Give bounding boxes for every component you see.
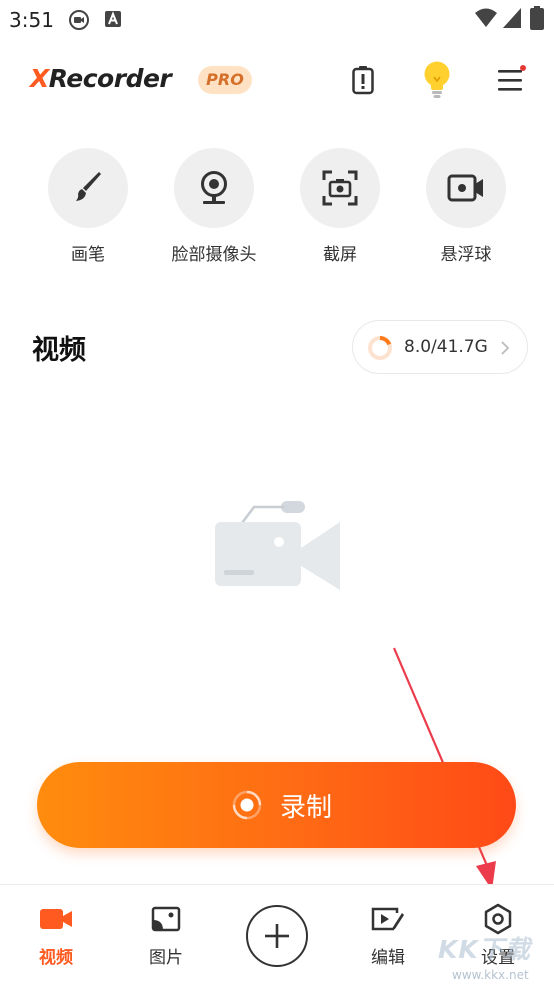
tool-face-cam[interactable]: 脸部摄像头 (149, 148, 279, 265)
screen-record-status-icon (69, 10, 89, 30)
tool-row: 画笔 脸部摄像头 截屏 悬浮球 (0, 148, 554, 268)
watermark-url: www.kkx.net (452, 968, 529, 982)
app-header: XRecorder PRO (0, 52, 554, 108)
webcam-icon (201, 171, 227, 204)
battery-icon (530, 6, 544, 30)
battery-alert-icon (352, 66, 374, 95)
nav-tab-images[interactable]: 图片 (126, 903, 206, 968)
hamburger-menu-icon (498, 65, 526, 91)
nav-tab-edit[interactable]: 编辑 (348, 903, 428, 968)
menu-button[interactable] (491, 60, 531, 100)
app-logo: XRecorder (30, 64, 172, 93)
tool-face-cam-circle[interactable] (174, 148, 254, 228)
brush-icon (76, 172, 101, 201)
add-button[interactable] (246, 905, 308, 967)
tips-button[interactable] (417, 60, 457, 100)
tool-brush-circle[interactable] (48, 148, 128, 228)
record-button[interactable]: 录制 (37, 762, 516, 848)
wifi-icon (475, 8, 497, 27)
storage-ring-icon (368, 336, 392, 360)
tool-floating-ball-circle[interactable] (426, 148, 506, 228)
tool-label: 画笔 (71, 245, 105, 265)
status-time: 3:51 (9, 8, 54, 32)
empty-video-camera-icon (215, 501, 340, 590)
screenshot-icon (322, 170, 358, 206)
tool-screenshot-circle[interactable] (300, 148, 380, 228)
plus-icon (265, 924, 289, 948)
nav-label: 编辑 (371, 948, 405, 968)
edit-video-icon (371, 907, 404, 931)
signal-icon (503, 8, 521, 28)
floating-ball-icon (447, 174, 483, 202)
tool-label: 脸部摄像头 (171, 245, 257, 265)
battery-tip-button[interactable] (343, 60, 383, 100)
tool-label: 悬浮球 (440, 245, 492, 265)
watermark: KK下载 (438, 935, 531, 964)
videos-section-title: 视频 (32, 335, 86, 366)
record-icon (232, 790, 262, 820)
nav-tab-videos[interactable]: 视频 (16, 903, 96, 968)
tool-label: 截屏 (323, 245, 357, 265)
notification-dot (520, 65, 526, 71)
lightbulb-icon (424, 61, 450, 98)
storage-text: 8.0/41.7G (404, 337, 488, 357)
tool-floating-ball[interactable]: 悬浮球 (401, 148, 531, 265)
nav-label: 视频 (39, 948, 73, 968)
nav-label: 图片 (149, 948, 183, 968)
pro-badge[interactable]: PRO (198, 66, 252, 94)
app-notification-icon (105, 11, 121, 27)
chevron-right-icon (501, 341, 510, 355)
storage-indicator[interactable]: 8.0/41.7G (352, 320, 528, 374)
record-label: 录制 (280, 793, 333, 823)
image-icon (151, 906, 181, 932)
video-icon (40, 909, 72, 929)
tool-brush[interactable]: 画笔 (23, 148, 153, 265)
tool-screenshot[interactable]: 截屏 (275, 148, 405, 265)
status-bar: 3:51 (0, 0, 554, 40)
